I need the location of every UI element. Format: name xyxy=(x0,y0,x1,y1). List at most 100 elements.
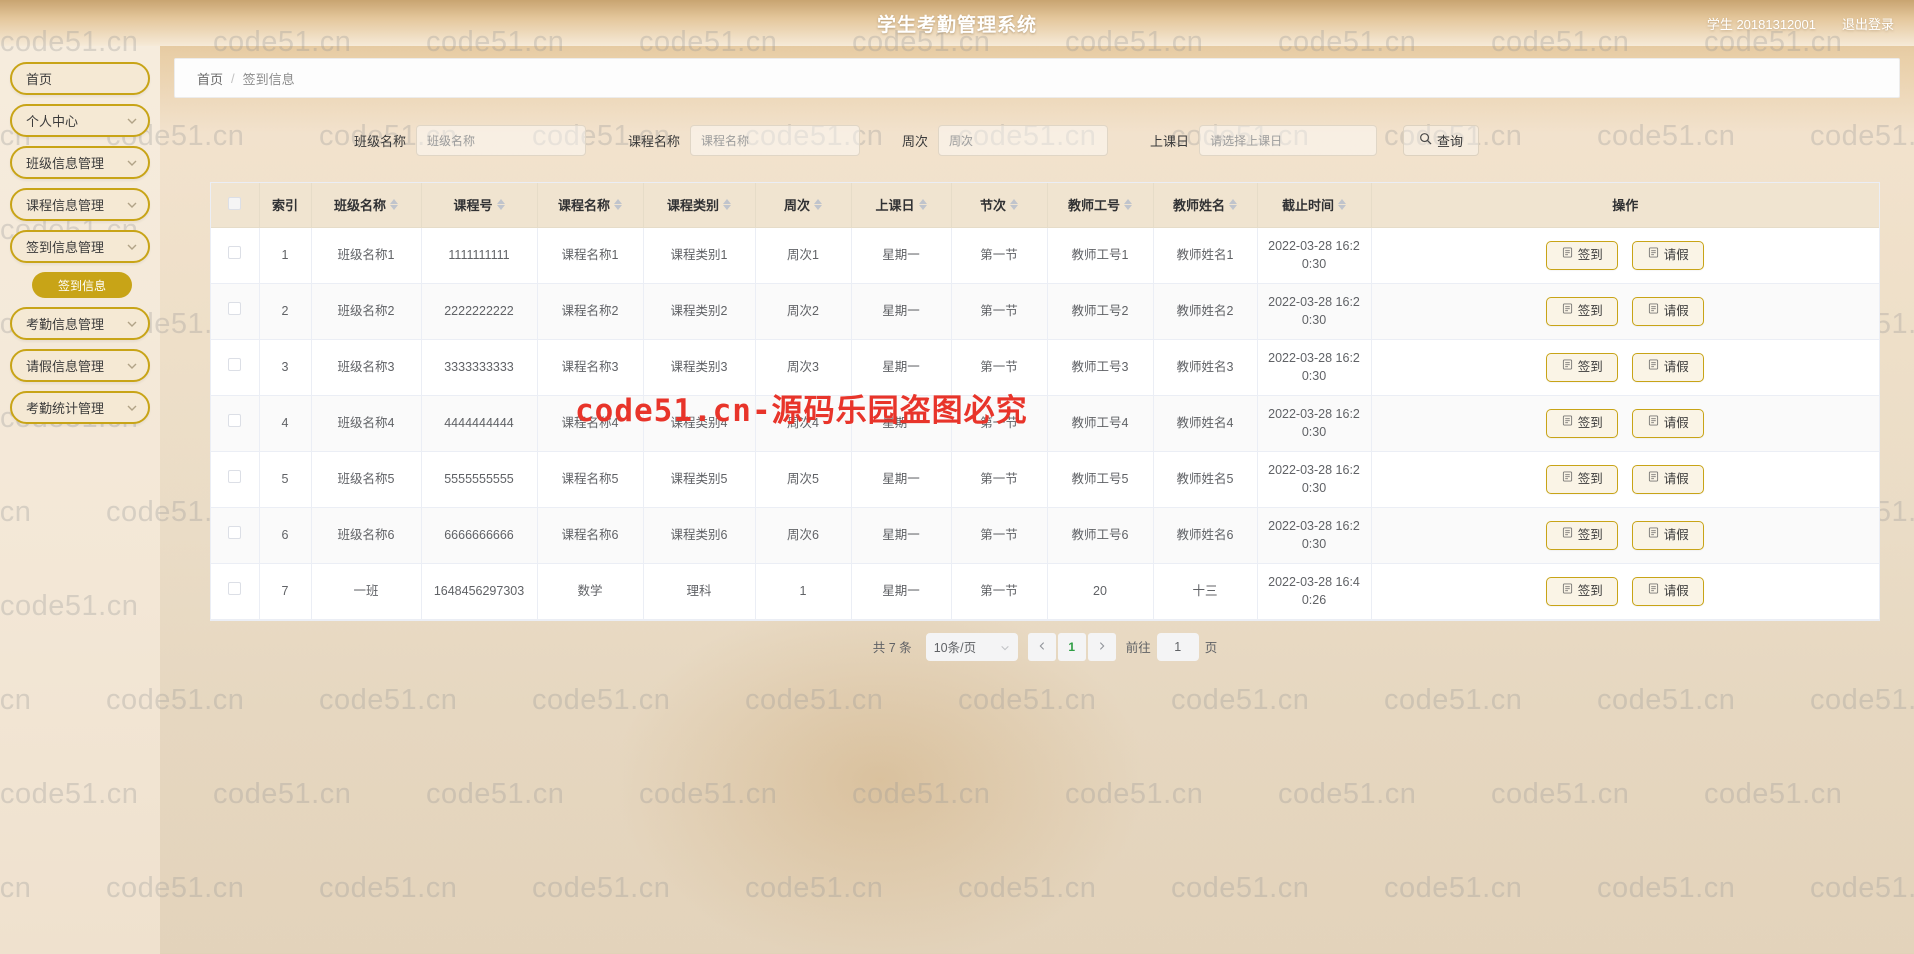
row-checkbox[interactable] xyxy=(228,413,242,427)
leave-button[interactable]: 请假 xyxy=(1632,408,1705,438)
signin-button[interactable]: 签到 xyxy=(1546,296,1619,326)
table-row[interactable]: 5 班级名称5 5555555555 课程名称5 课程类别5 周次5 星期一 第一节 教师工号5… xyxy=(211,451,1879,508)
sidebar-item-leave-info[interactable]: 请假信息管理 xyxy=(10,349,150,382)
row-checkbox[interactable] xyxy=(228,301,242,315)
table-header-section[interactable]: 节次 xyxy=(951,183,1048,228)
filter-class-name: 班级名称 班级名称 xyxy=(354,124,587,156)
sort-icon[interactable] xyxy=(1338,199,1346,211)
signin-button[interactable]: 签到 xyxy=(1546,520,1619,550)
cell-week: 周次2 xyxy=(755,283,852,340)
table-head: 索引 班级名称 课程号 课程名称 课程类别 周次 上课日 节次 教师工号 教师姓… xyxy=(211,183,1879,228)
pagination-next-button[interactable] xyxy=(1087,632,1116,661)
search-button-label: 查询 xyxy=(1437,133,1464,149)
form-icon xyxy=(1648,302,1659,320)
column-label: 教师工号 xyxy=(1067,198,1120,214)
cell-course-name: 课程名称1 xyxy=(537,227,644,284)
row-checkbox[interactable] xyxy=(228,525,242,539)
table-header-week[interactable]: 周次 xyxy=(755,183,852,228)
sidebar-item-label: 签到信息管理 xyxy=(26,240,105,255)
leave-button[interactable]: 请假 xyxy=(1632,240,1705,270)
table-header-weekday[interactable]: 上课日 xyxy=(851,183,952,228)
table-header-course-no[interactable]: 课程号 xyxy=(421,183,538,228)
table-header-teacher-name[interactable]: 教师姓名 xyxy=(1153,183,1258,228)
sort-icon[interactable] xyxy=(814,199,822,211)
sidebar-item-attendance-info[interactable]: 考勤信息管理 xyxy=(10,307,150,340)
chevron-down-icon xyxy=(126,360,138,372)
pagination-page-1[interactable]: 1 xyxy=(1057,632,1086,661)
breadcrumb-current: 签到信息 xyxy=(242,71,295,87)
sort-icon[interactable] xyxy=(1229,199,1237,211)
table-header-course-type[interactable]: 课程类别 xyxy=(643,183,756,228)
sidebar-item-attendance-stats[interactable]: 考勤统计管理 xyxy=(10,391,150,424)
row-checkbox[interactable] xyxy=(228,469,242,483)
leave-button[interactable]: 请假 xyxy=(1632,352,1705,382)
leave-button[interactable]: 请假 xyxy=(1632,576,1705,606)
row-checkbox-cell xyxy=(211,507,260,564)
table-header-teacher-no[interactable]: 教师工号 xyxy=(1047,183,1154,228)
sidebar-item-home[interactable]: 首页 xyxy=(10,62,150,95)
cell-section: 第一节 xyxy=(951,451,1048,508)
row-checkbox[interactable] xyxy=(228,357,242,371)
table-header-course-name[interactable]: 课程名称 xyxy=(537,183,644,228)
sort-icon[interactable] xyxy=(723,199,731,211)
table-row[interactable]: 2 班级名称2 2222222222 课程名称2 课程类别2 周次2 星期一 第一节 教师工号2… xyxy=(211,283,1879,340)
select-all-checkbox[interactable] xyxy=(228,196,242,210)
form-icon xyxy=(1562,358,1573,376)
signin-button[interactable]: 签到 xyxy=(1546,352,1619,382)
table-row[interactable]: 1 班级名称1 1111111111 课程名称1 课程类别1 周次1 星期一 第一节 教师工号1… xyxy=(211,227,1879,284)
leave-button[interactable]: 请假 xyxy=(1632,464,1705,494)
table-row[interactable]: 4 班级名称4 4444444444 课程名称4 课程类别4 周次4 星期一 第一节 教师工号4… xyxy=(211,395,1879,452)
leave-button[interactable]: 请假 xyxy=(1632,520,1705,550)
search-button[interactable]: 查询 xyxy=(1403,124,1480,156)
row-checkbox-cell xyxy=(211,283,260,340)
sort-icon[interactable] xyxy=(496,199,505,211)
sidebar-item-personal-center[interactable]: 个人中心 xyxy=(10,104,150,137)
signin-button[interactable]: 签到 xyxy=(1546,464,1619,494)
cell-teacher-name: 教师姓名3 xyxy=(1153,339,1258,396)
table-header-class-name[interactable]: 班级名称 xyxy=(311,183,422,228)
sort-icon[interactable] xyxy=(390,199,398,211)
filter-label: 上课日 xyxy=(1150,133,1190,149)
button-label: 请假 xyxy=(1663,303,1689,318)
row-checkbox[interactable] xyxy=(228,581,242,595)
row-action-group: 签到 请假 xyxy=(1378,296,1874,326)
sidebar-item-signin-info-mgmt[interactable]: 签到信息管理 xyxy=(10,230,150,263)
pagination-prev-button[interactable] xyxy=(1027,632,1056,661)
cell-deadline: 2022-03-28 16:20:30 xyxy=(1257,283,1372,340)
page-size-select[interactable]: 10条/页 xyxy=(925,632,1018,661)
cell-week: 1 xyxy=(755,563,852,620)
column-label: 周次 xyxy=(783,198,810,214)
sort-icon[interactable] xyxy=(1124,199,1132,211)
button-label: 签到 xyxy=(1577,247,1603,262)
search-input-course-name[interactable]: 课程名称 xyxy=(690,124,861,156)
form-icon xyxy=(1648,470,1659,488)
sidebar-item-class-info[interactable]: 班级信息管理 xyxy=(10,146,150,179)
logout-link[interactable]: 退出登录 xyxy=(1842,14,1894,33)
table-row[interactable]: 7 一班 1648456297303 数学 理科 1 星期一 第一节 20 十三 2022-03-2… xyxy=(211,563,1879,620)
search-input-week[interactable]: 周次 xyxy=(938,124,1109,156)
signin-button[interactable]: 签到 xyxy=(1546,408,1619,438)
signin-button[interactable]: 签到 xyxy=(1546,240,1619,270)
chevron-down-icon xyxy=(126,115,138,127)
search-input-class-name[interactable]: 班级名称 xyxy=(416,124,587,156)
leave-button[interactable]: 请假 xyxy=(1632,296,1705,326)
table-header-deadline[interactable]: 截止时间 xyxy=(1257,183,1372,228)
cell-operations: 签到 请假 xyxy=(1371,563,1879,620)
row-checkbox[interactable] xyxy=(228,245,242,259)
sidebar-item-course-info[interactable]: 课程信息管理 xyxy=(10,188,150,221)
signin-button[interactable]: 签到 xyxy=(1546,576,1619,606)
cell-teacher-no: 教师工号6 xyxy=(1047,507,1154,564)
search-input-weekday[interactable]: 请选择上课日 xyxy=(1199,124,1378,156)
table-header-index: 索引 xyxy=(259,183,312,228)
pagination-jump-input[interactable]: 1 xyxy=(1156,632,1199,661)
table-row[interactable]: 3 班级名称3 3333333333 课程名称3 课程类别3 周次3 星期一 第一节 教师工号3… xyxy=(211,339,1879,396)
form-icon xyxy=(1562,414,1573,432)
sort-icon[interactable] xyxy=(614,199,622,211)
sidebar-subitem-signin-info[interactable]: 签到信息 xyxy=(32,272,132,298)
sort-icon[interactable] xyxy=(918,199,927,211)
form-icon xyxy=(1648,414,1659,432)
breadcrumb-home[interactable]: 首页 xyxy=(197,69,223,88)
cell-teacher-no: 教师工号1 xyxy=(1047,227,1154,284)
sort-icon[interactable] xyxy=(1010,199,1018,211)
table-row[interactable]: 6 班级名称6 6666666666 课程名称6 课程类别6 周次6 星期一 第一节 教师工号6… xyxy=(211,507,1879,564)
